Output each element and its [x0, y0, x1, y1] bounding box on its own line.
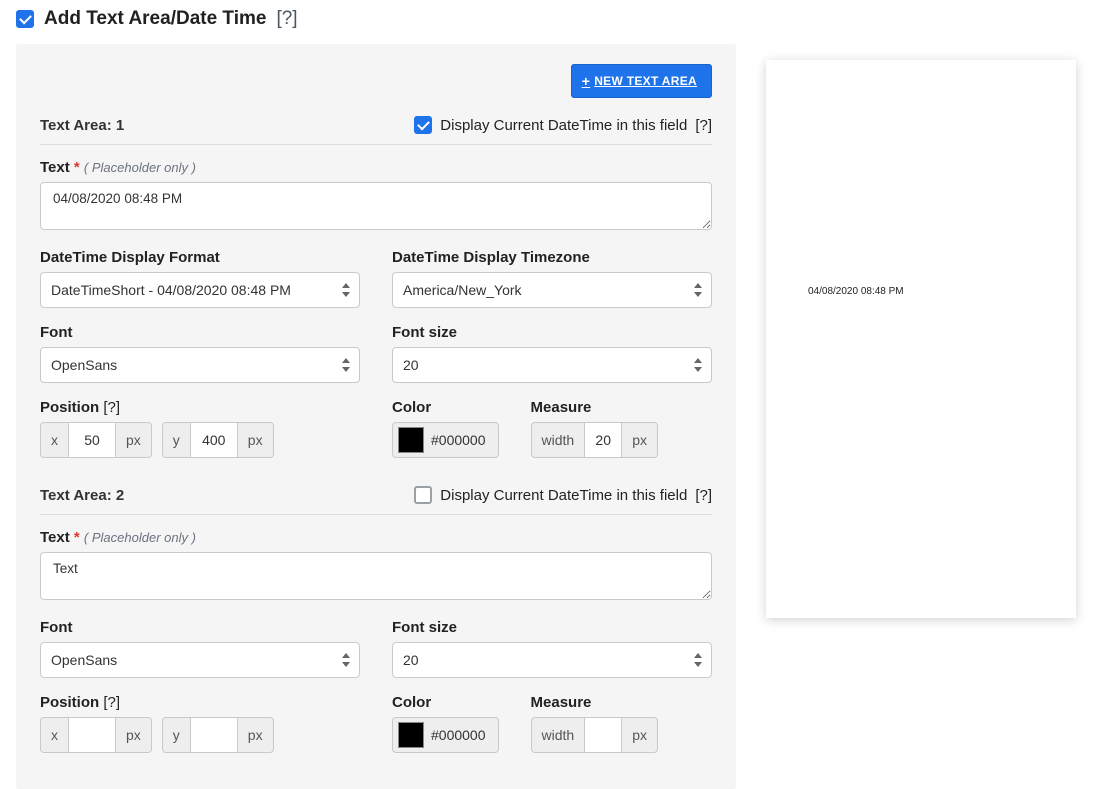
new-text-area-label: NEW TEXT AREA — [594, 74, 697, 88]
section-title: Add Text Area/Date Time — [44, 8, 266, 30]
plus-icon: + — [582, 73, 590, 89]
display-datetime-checkbox-2[interactable] — [414, 486, 432, 504]
color-picker-1[interactable]: #000000 — [392, 422, 499, 458]
width-label: width — [531, 717, 586, 753]
text-area-2: Text Area: 2 Display Current DateTime in… — [40, 486, 712, 753]
color-swatch-icon — [398, 722, 424, 748]
color-label: Color — [392, 399, 499, 416]
color-swatch-icon — [398, 427, 424, 453]
measure-label: Measure — [531, 399, 658, 416]
px-label: px — [621, 717, 658, 753]
display-datetime-help[interactable]: [?] — [695, 487, 712, 504]
position-x-group-2: x px — [40, 717, 152, 753]
text-input-1[interactable]: 04/08/2020 08:48 PM — [40, 182, 712, 230]
preview-canvas: 04/08/2020 08:48 PM — [766, 60, 1076, 618]
new-text-area-button[interactable]: + NEW TEXT AREA — [571, 64, 712, 98]
measure-group-1: width px — [531, 422, 658, 458]
position-help[interactable]: [?] — [103, 399, 120, 416]
measure-width-input-2[interactable] — [584, 717, 622, 753]
text-area-1-title: Text Area: 1 — [40, 117, 124, 134]
position-y-input-1[interactable] — [190, 422, 238, 458]
display-datetime-row: Display Current DateTime in this field [… — [414, 116, 712, 134]
font-select-1[interactable]: OpenSans — [40, 347, 360, 383]
datetime-format-select-1[interactable]: DateTimeShort - 04/08/2020 08:48 PM — [40, 272, 360, 308]
font-size-label: Font size — [392, 619, 712, 636]
datetime-tz-label: DateTime Display Timezone — [392, 249, 712, 266]
px-label: px — [115, 422, 152, 458]
position-help[interactable]: [?] — [103, 694, 120, 711]
font-label: Font — [40, 324, 360, 341]
color-picker-2[interactable]: #000000 — [392, 717, 499, 753]
text-input-2[interactable]: Text — [40, 552, 712, 600]
measure-width-input-1[interactable] — [584, 422, 622, 458]
x-label: x — [40, 717, 69, 753]
px-label: px — [237, 422, 274, 458]
display-datetime-label: Display Current DateTime in this field — [440, 117, 687, 134]
section-help-link[interactable]: [?] — [276, 8, 297, 30]
color-hex-2: #000000 — [431, 727, 486, 743]
font-label: Font — [40, 619, 360, 636]
position-y-group: y px — [162, 422, 274, 458]
y-label: y — [162, 717, 191, 753]
x-label: x — [40, 422, 69, 458]
font-select-2[interactable]: OpenSans — [40, 642, 360, 678]
width-label: width — [531, 422, 586, 458]
add-text-area-checkbox[interactable] — [16, 10, 34, 28]
px-label: px — [621, 422, 658, 458]
display-datetime-row-2: Display Current DateTime in this field [… — [414, 486, 712, 504]
color-hex-1: #000000 — [431, 432, 486, 448]
text-label: Text * ( Placeholder only ) — [40, 159, 712, 176]
text-label: Text * ( Placeholder only ) — [40, 529, 712, 546]
text-area-1: Text Area: 1 Display Current DateTime in… — [40, 116, 712, 458]
position-x-group: x px — [40, 422, 152, 458]
color-label: Color — [392, 694, 499, 711]
display-datetime-label: Display Current DateTime in this field — [440, 487, 687, 504]
measure-label: Measure — [531, 694, 658, 711]
position-y-input-2[interactable] — [190, 717, 238, 753]
text-area-2-title: Text Area: 2 — [40, 487, 124, 504]
display-datetime-checkbox-1[interactable] — [414, 116, 432, 134]
font-size-select-1[interactable]: 20 — [392, 347, 712, 383]
position-x-input-2[interactable] — [68, 717, 116, 753]
px-label: px — [237, 717, 274, 753]
display-datetime-help[interactable]: [?] — [695, 117, 712, 134]
measure-group-2: width px — [531, 717, 658, 753]
position-y-group-2: y px — [162, 717, 274, 753]
text-area-panel: + NEW TEXT AREA Text Area: 1 Display Cur… — [16, 44, 736, 789]
px-label: px — [115, 717, 152, 753]
position-label: Position [?] — [40, 399, 360, 416]
section-header: Add Text Area/Date Time [?] — [16, 0, 736, 44]
datetime-tz-select-1[interactable]: America/New_York — [392, 272, 712, 308]
font-size-label: Font size — [392, 324, 712, 341]
y-label: y — [162, 422, 191, 458]
datetime-format-label: DateTime Display Format — [40, 249, 360, 266]
position-x-input-1[interactable] — [68, 422, 116, 458]
font-size-select-2[interactable]: 20 — [392, 642, 712, 678]
position-label: Position [?] — [40, 694, 360, 711]
preview-text: 04/08/2020 08:48 PM — [808, 286, 904, 297]
